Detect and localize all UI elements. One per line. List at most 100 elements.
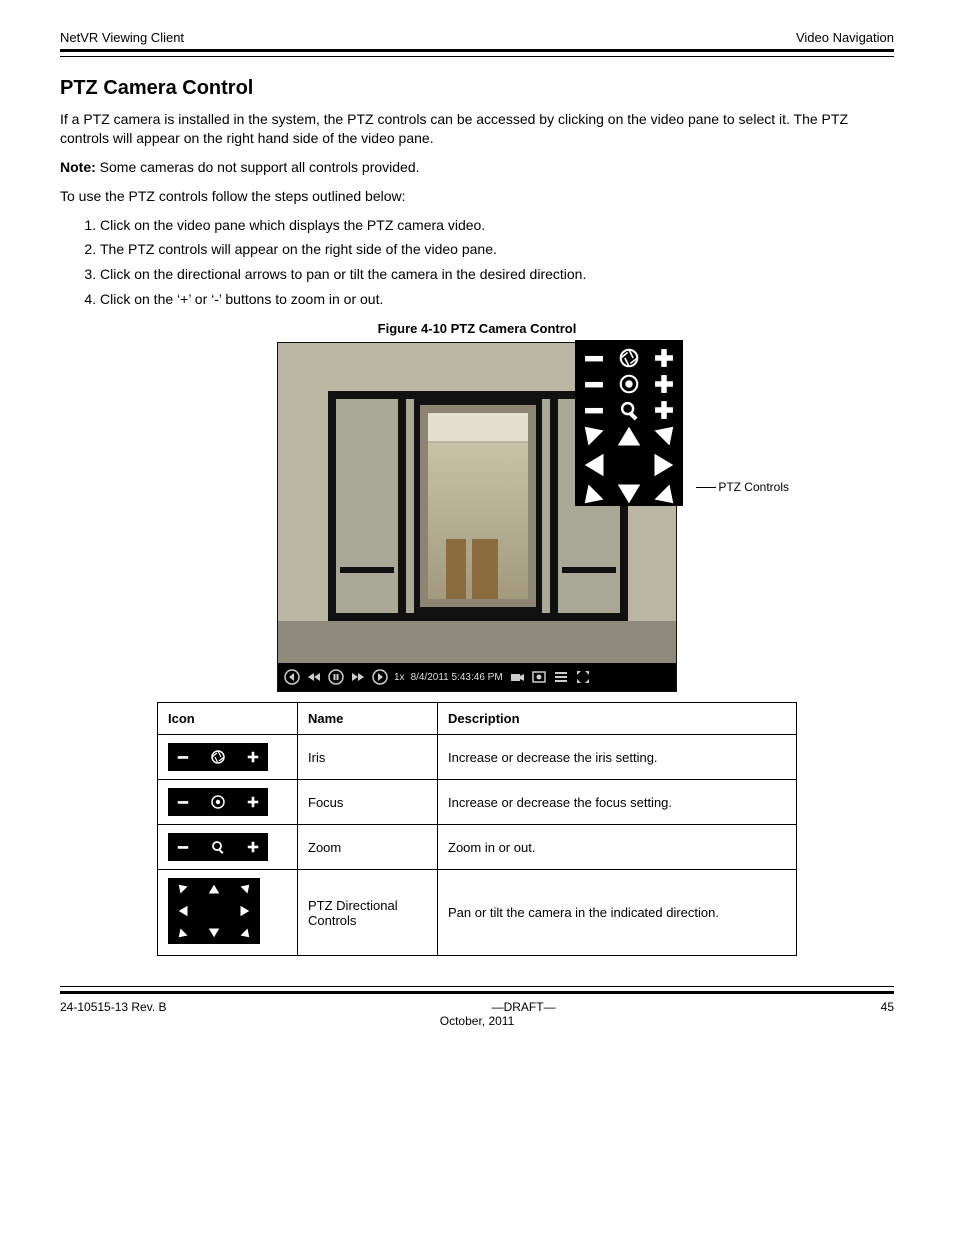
header-right: Video Navigation [796, 30, 894, 45]
ptz-focus-row [579, 372, 679, 396]
step-forward-icon[interactable] [372, 669, 388, 685]
focus-chip [168, 788, 268, 816]
minus-icon [176, 795, 190, 809]
cell-name: Focus [298, 780, 438, 825]
minus-icon[interactable] [583, 347, 605, 369]
cell-desc: Zoom in or out. [438, 825, 797, 870]
step-back-icon[interactable] [284, 669, 300, 685]
minus-icon [176, 750, 190, 764]
callout-line [696, 487, 716, 488]
footer-date: October, 2011 [440, 1014, 515, 1028]
rule-bottom-thin [60, 986, 894, 987]
th-name: Name [298, 703, 438, 735]
cell-icon [158, 825, 298, 870]
ptz-up-right-icon[interactable] [647, 426, 677, 450]
step-item: Click on the video pane which displays t… [100, 216, 894, 235]
rule-bottom-thick [60, 991, 894, 994]
plus-icon[interactable] [653, 399, 675, 421]
callout-label: PTZ Controls [718, 480, 789, 494]
ptz-panel [575, 340, 683, 506]
forward-icon[interactable] [350, 669, 366, 685]
magnifier-icon [210, 839, 226, 855]
ptz-left-icon[interactable] [581, 453, 611, 477]
intro-paragraph: If a PTZ camera is installed in the syst… [60, 110, 894, 148]
plus-icon[interactable] [653, 347, 675, 369]
step-item: Click on the directional arrows to pan o… [100, 265, 894, 284]
magnifier-icon [618, 399, 640, 421]
aperture-icon [210, 749, 226, 765]
cell-name: Iris [298, 735, 438, 780]
header-left: NetVR Viewing Client [60, 30, 184, 45]
table-row: PTZ Directional Controls Pan or tilt the… [158, 870, 797, 956]
ptz-down-left-icon [170, 922, 198, 942]
note-body: Some cameras do not support all controls… [96, 159, 420, 175]
expand-icon[interactable] [575, 669, 591, 685]
footer-page: 45 [881, 1000, 894, 1014]
playback-timestamp: 8/4/2011 5:43:46 PM [411, 672, 503, 683]
zoom-chip [168, 833, 268, 861]
rule-top-thin [60, 56, 894, 57]
ptz-iris-row [579, 346, 679, 370]
ptz-right-icon[interactable] [647, 453, 677, 477]
table-row: Zoom Zoom in or out. [158, 825, 797, 870]
ptz-table: Icon Name Description Iris Increase or d… [157, 702, 797, 956]
playback-bar: 1x 8/4/2011 5:43:46 PM [278, 663, 676, 691]
table-header-row: Icon Name Description [158, 703, 797, 735]
th-desc: Description [438, 703, 797, 735]
ptz-up-right-icon [230, 880, 258, 900]
target-icon [618, 373, 640, 395]
cell-desc: Increase or decrease the focus setting. [438, 780, 797, 825]
cell-icon [158, 870, 298, 956]
minus-icon [176, 840, 190, 854]
cell-desc: Increase or decrease the iris setting. [438, 735, 797, 780]
footer-doc-id: 24-10515-13 Rev. B [60, 1000, 167, 1014]
figure-caption: Figure 4-10 PTZ Camera Control [60, 321, 894, 336]
footer-draft: —DRAFT— [492, 1000, 556, 1014]
ptz-up-icon [200, 880, 228, 900]
cell-icon [158, 780, 298, 825]
ptz-left-icon [170, 901, 198, 921]
ptz-up-icon[interactable] [614, 426, 644, 450]
ptz-direction-grid [579, 426, 679, 504]
minus-icon[interactable] [583, 399, 605, 421]
cell-name: PTZ Directional Controls [298, 870, 438, 956]
plus-icon [246, 750, 260, 764]
iris-chip [168, 743, 268, 771]
pause-icon[interactable] [328, 669, 344, 685]
aperture-icon [618, 347, 640, 369]
step-item: Click on the ‘+’ or ‘-’ buttons to zoom … [100, 290, 894, 309]
snapshot-icon[interactable] [531, 669, 547, 685]
note-line: Note: Some cameras do not support all co… [60, 158, 894, 177]
rule-top-thick [60, 49, 894, 52]
plus-icon [246, 840, 260, 854]
cell-desc: Pan or tilt the camera in the indicated … [438, 870, 797, 956]
ptz-right-icon [230, 901, 258, 921]
ptz-up-left-icon [170, 880, 198, 900]
step-item: The PTZ controls will appear on the righ… [100, 240, 894, 259]
target-icon [210, 794, 226, 810]
table-row: Focus Increase or decrease the focus set… [158, 780, 797, 825]
note-label: Note: [60, 159, 96, 175]
direction-chip [168, 878, 260, 944]
ptz-down-icon [200, 922, 228, 942]
steps-list: Click on the video pane which displays t… [100, 216, 894, 310]
rewind-icon[interactable] [306, 669, 322, 685]
ptz-down-icon[interactable] [614, 480, 644, 504]
cell-name: Zoom [298, 825, 438, 870]
steps-lead: To use the PTZ controls follow the steps… [60, 187, 894, 206]
camera-icon[interactable] [509, 669, 525, 685]
playback-speed: 1x [394, 672, 405, 683]
table-row: Iris Increase or decrease the iris setti… [158, 735, 797, 780]
plus-icon[interactable] [653, 373, 675, 395]
ptz-down-right-icon[interactable] [647, 480, 677, 504]
minus-icon[interactable] [583, 373, 605, 395]
ptz-down-left-icon[interactable] [581, 480, 611, 504]
cell-icon [158, 735, 298, 780]
section-heading: PTZ Camera Control [60, 77, 894, 100]
th-icon: Icon [158, 703, 298, 735]
list-icon[interactable] [553, 669, 569, 685]
ptz-zoom-row [579, 398, 679, 422]
ptz-up-left-icon[interactable] [581, 426, 611, 450]
plus-icon [246, 795, 260, 809]
ptz-down-right-icon [230, 922, 258, 942]
